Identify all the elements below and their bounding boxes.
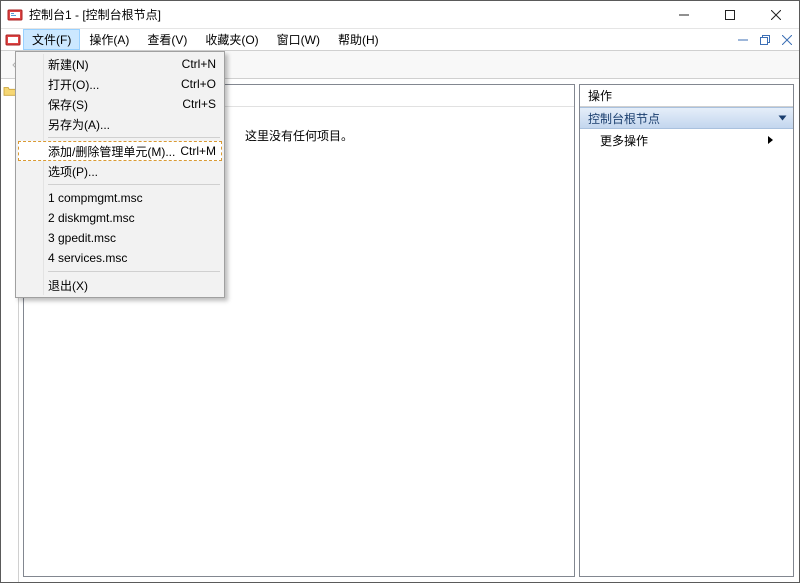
menu-item-label: 保存(S) — [48, 96, 182, 113]
menu-separator — [48, 137, 220, 138]
mdi-close-button[interactable] — [779, 32, 795, 48]
menu-favorites[interactable]: 收藏夹(O) — [196, 29, 267, 50]
menu-item-label: 3 gpedit.msc — [48, 231, 216, 245]
close-icon — [771, 10, 781, 20]
menu-item-label: 另存为(A)... — [48, 116, 216, 133]
mdi-restore-button[interactable] — [757, 32, 773, 48]
titlebar: 控制台1 - [控制台根节点] — [1, 1, 799, 29]
menu-separator — [48, 184, 220, 185]
menu-file[interactable]: 文件(F) — [23, 29, 80, 50]
actions-pane-title: 操作 — [580, 85, 793, 107]
menu-item-addremove-snapin[interactable]: 添加/删除管理单元(M)... Ctrl+M — [18, 141, 222, 161]
menu-action[interactable]: 操作(A) — [80, 29, 138, 50]
menu-item-recent-3[interactable]: 3 gpedit.msc — [18, 228, 222, 248]
menu-item-accel: Ctrl+O — [181, 77, 216, 91]
menu-item-label: 2 diskmgmt.msc — [48, 211, 216, 225]
menu-item-label: 打开(O)... — [48, 76, 181, 93]
mdi-controls — [735, 29, 795, 50]
close-icon — [782, 35, 792, 45]
doc-icon — [5, 32, 21, 48]
submenu-arrow-icon — [768, 136, 773, 144]
menu-item-recent-1[interactable]: 1 compmgmt.msc — [18, 188, 222, 208]
menu-item-label: 选项(P)... — [48, 163, 216, 180]
titlebar-left: 控制台1 - [控制台根节点] — [7, 6, 161, 23]
menu-item-options[interactable]: 选项(P)... — [18, 161, 222, 181]
menu-item-saveas[interactable]: 另存为(A)... — [18, 114, 222, 134]
menu-item-new[interactable]: 新建(N) Ctrl+N — [18, 54, 222, 74]
menubar: 文件(F) 操作(A) 查看(V) 收藏夹(O) 窗口(W) 帮助(H) — [1, 29, 799, 51]
minimize-button[interactable] — [661, 1, 707, 28]
collapse-icon — [779, 116, 787, 121]
restore-icon — [760, 35, 770, 45]
menu-item-label: 1 compmgmt.msc — [48, 191, 216, 205]
menu-item-exit[interactable]: 退出(X) — [18, 275, 222, 295]
mmc-window: 控制台1 - [控制台根节点] 文件(F) 操作(A) 查看(V) 收藏夹(O)… — [0, 0, 800, 583]
mdi-minimize-button[interactable] — [735, 32, 751, 48]
menu-item-label: 添加/删除管理单元(M)... — [48, 143, 180, 160]
menu-item-label: 4 services.msc — [48, 251, 216, 265]
menu-item-save[interactable]: 保存(S) Ctrl+S — [18, 94, 222, 114]
menu-item-label: 退出(X) — [48, 277, 216, 294]
maximize-icon — [725, 10, 735, 20]
close-button[interactable] — [753, 1, 799, 28]
menu-separator — [48, 271, 220, 272]
menu-help[interactable]: 帮助(H) — [329, 29, 388, 50]
menu-item-label: 新建(N) — [48, 56, 182, 73]
actions-group-label: 控制台根节点 — [588, 110, 660, 127]
window-controls — [661, 1, 799, 28]
menu-item-accel: Ctrl+S — [182, 97, 216, 111]
minimize-icon — [738, 35, 748, 45]
menu-window[interactable]: 窗口(W) — [268, 29, 329, 50]
menu-item-accel: Ctrl+N — [182, 57, 216, 71]
actions-more-label: 更多操作 — [600, 132, 648, 149]
minimize-icon — [679, 10, 689, 20]
maximize-button[interactable] — [707, 1, 753, 28]
app-icon — [7, 7, 23, 23]
actions-more-item[interactable]: 更多操作 — [580, 129, 793, 151]
menu-item-recent-2[interactable]: 2 diskmgmt.msc — [18, 208, 222, 228]
menu-item-accel: Ctrl+M — [180, 144, 216, 158]
actions-group-header[interactable]: 控制台根节点 — [580, 107, 793, 129]
actions-pane: 操作 控制台根节点 更多操作 — [579, 84, 794, 577]
menu-view[interactable]: 查看(V) — [138, 29, 196, 50]
file-menu-dropdown: 新建(N) Ctrl+N 打开(O)... Ctrl+O 保存(S) Ctrl+… — [15, 51, 225, 298]
window-title: 控制台1 - [控制台根节点] — [29, 6, 161, 23]
menu-item-recent-4[interactable]: 4 services.msc — [18, 248, 222, 268]
menu-item-open[interactable]: 打开(O)... Ctrl+O — [18, 74, 222, 94]
